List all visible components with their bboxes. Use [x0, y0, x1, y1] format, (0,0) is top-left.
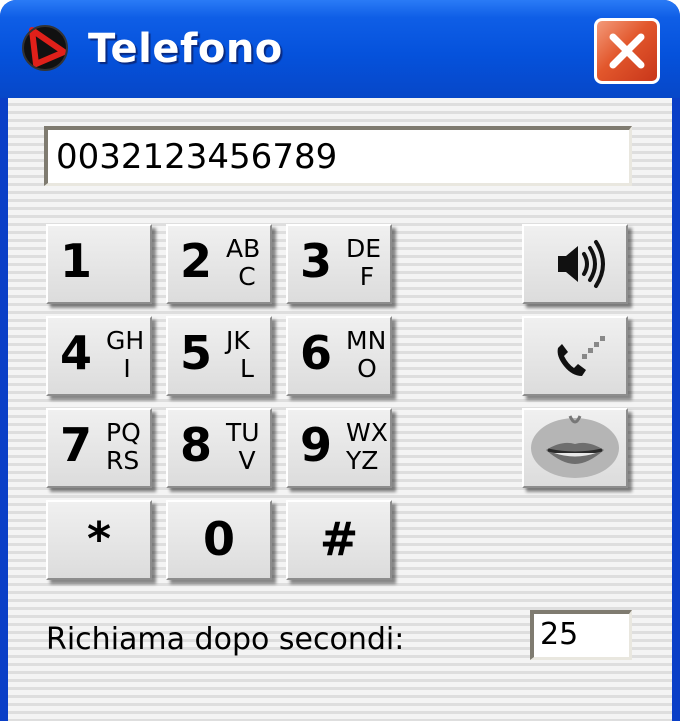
- key-hash[interactable]: #: [286, 500, 392, 580]
- title-bar[interactable]: Telefono: [0, 0, 680, 98]
- key-letters: I: [123, 354, 131, 383]
- key-digit: 1: [60, 234, 93, 288]
- key-digit: 3: [300, 234, 333, 288]
- speaker-button[interactable]: [522, 224, 628, 304]
- key-6[interactable]: 6 MN O: [286, 316, 392, 396]
- voice-button[interactable]: [522, 408, 628, 488]
- key-letters: MN: [346, 326, 387, 355]
- key-digit: 0: [202, 512, 235, 566]
- key-3[interactable]: 3 DE F: [286, 224, 392, 304]
- redial-label: Richiama dopo secondi:: [46, 622, 405, 657]
- key-letters: YZ: [346, 446, 379, 475]
- window-title: Telefono: [88, 26, 283, 72]
- key-letters: V: [238, 446, 256, 475]
- key-0[interactable]: 0: [166, 500, 272, 580]
- key-7[interactable]: 7 PQ RS: [46, 408, 152, 488]
- phone-window: Telefono 1 2 AB C 3 DE F 4 GH: [0, 0, 680, 721]
- key-8[interactable]: 8 TU V: [166, 408, 272, 488]
- key-letters: JK: [226, 326, 250, 355]
- key-letters: L: [240, 354, 254, 383]
- key-digit: 8: [180, 418, 213, 472]
- key-digit: #: [319, 512, 359, 566]
- key-letters: TU: [226, 418, 260, 447]
- close-button[interactable]: [594, 18, 660, 84]
- key-digit: 4: [60, 326, 93, 380]
- key-digit: 6: [300, 326, 333, 380]
- key-5[interactable]: 5 JK L: [166, 316, 272, 396]
- key-digit: 2: [180, 234, 213, 288]
- key-4[interactable]: 4 GH I: [46, 316, 152, 396]
- key-star[interactable]: *: [46, 500, 152, 580]
- key-digit: 5: [180, 326, 213, 380]
- redial-seconds-input[interactable]: 25: [530, 610, 632, 660]
- dialer-panel: 1 2 AB C 3 DE F 4 GH I 5 JK L 6 MN O: [8, 98, 672, 721]
- app-logo-icon: [18, 20, 74, 76]
- key-letters: F: [359, 262, 375, 291]
- phone-number-input[interactable]: [44, 126, 632, 186]
- key-digit: *: [86, 512, 112, 566]
- call-button[interactable]: [522, 316, 628, 396]
- key-letters: RS: [106, 446, 140, 475]
- key-letters: WX: [346, 418, 388, 447]
- key-1[interactable]: 1: [46, 224, 152, 304]
- key-digit: 7: [60, 418, 93, 472]
- key-letters: PQ: [106, 418, 141, 447]
- key-9[interactable]: 9 WX YZ: [286, 408, 392, 488]
- key-letters: O: [357, 354, 377, 383]
- key-letters: GH: [106, 326, 145, 355]
- key-letters: AB: [226, 234, 261, 263]
- key-digit: 9: [300, 418, 333, 472]
- key-letters: C: [238, 262, 256, 291]
- key-2[interactable]: 2 AB C: [166, 224, 272, 304]
- key-letters: DE: [346, 234, 382, 263]
